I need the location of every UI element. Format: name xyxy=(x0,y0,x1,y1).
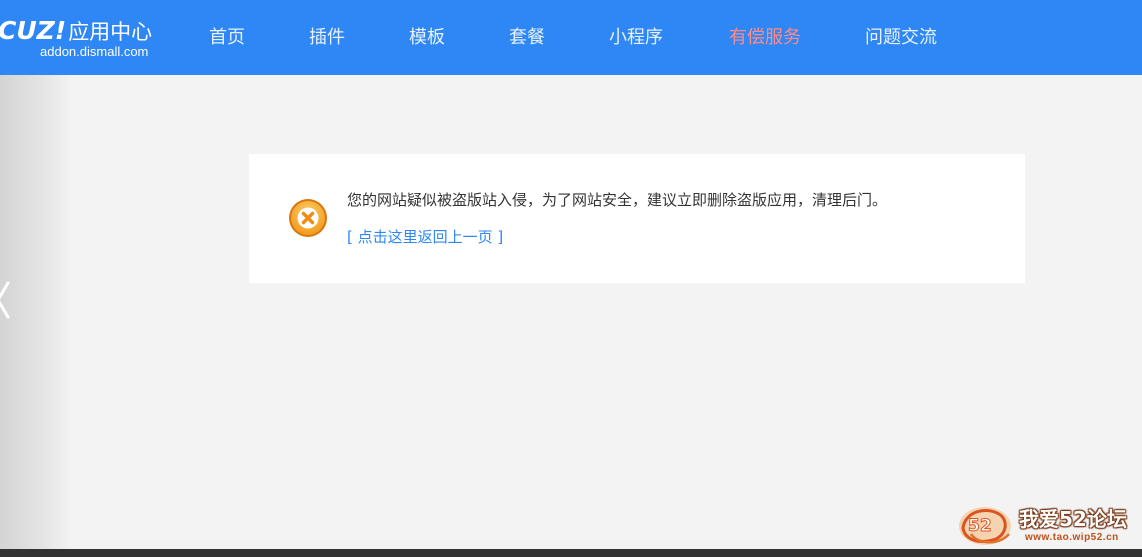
nav-item-packages[interactable]: 套餐 xyxy=(509,26,545,50)
top-header: CUZ!应用中心 addon.dismall.com 首页 插件 模板 套餐 小… xyxy=(0,0,1142,75)
nav-item-mini-program[interactable]: 小程序 xyxy=(609,26,663,50)
nav-item-qa[interactable]: 问题交流 xyxy=(865,26,937,50)
nav-item-plugins[interactable]: 插件 xyxy=(309,26,345,50)
forum-logo-icon: 52 xyxy=(959,507,1011,545)
page: CUZ!应用中心 addon.dismall.com 首页 插件 模板 套餐 小… xyxy=(0,0,1142,557)
back-link[interactable]: [ 点击这里返回上一页 ] xyxy=(347,227,503,247)
main-nav: 首页 插件 模板 套餐 小程序 有偿服务 问题交流 xyxy=(0,0,1142,75)
nav-item-templates[interactable]: 模板 xyxy=(409,26,445,50)
forum-logo-text: 52 xyxy=(968,516,992,536)
forum-title: 我爱52论坛 xyxy=(1019,507,1127,531)
forum-watermark: 52 我爱52论坛 www.tao.wip52.cn xyxy=(955,498,1142,550)
error-message: 您的网站疑似被盗版站入侵，为了网站安全，建议立即删除盗版应用，清理后门。 xyxy=(347,191,888,209)
nav-item-home[interactable]: 首页 xyxy=(209,26,245,50)
message-card: 您的网站疑似被盗版站入侵，为了网站安全，建议立即删除盗版应用，清理后门。 [ 点… xyxy=(249,154,1025,283)
error-circle-icon xyxy=(289,199,327,237)
nav-item-paid-services[interactable]: 有偿服务 xyxy=(729,26,801,50)
bottom-bar xyxy=(0,549,1142,557)
chevron-left-icon[interactable] xyxy=(0,275,12,325)
forum-url: www.tao.wip52.cn xyxy=(1025,532,1119,543)
